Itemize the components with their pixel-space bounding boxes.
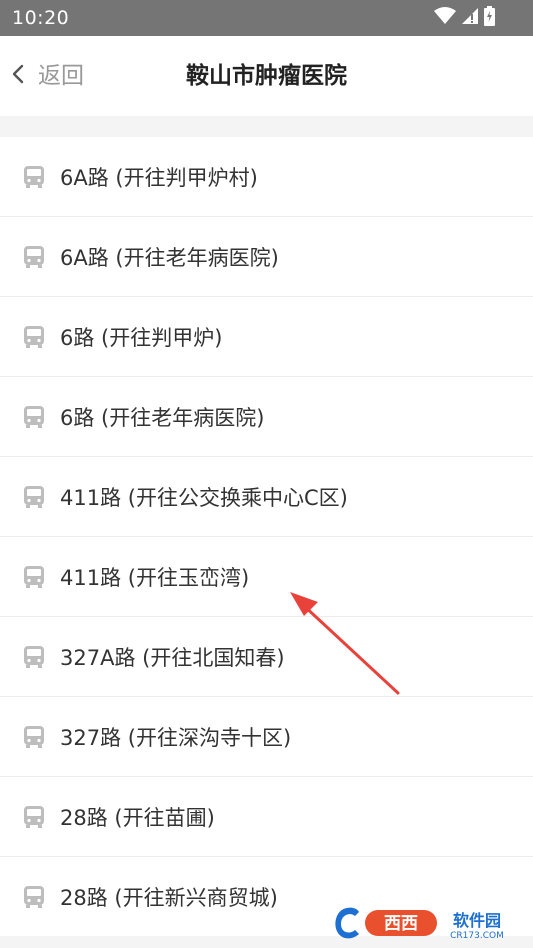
annotation-arrow <box>290 592 400 695</box>
bus-icon <box>23 325 45 349</box>
route-list: 6A路 (开往判甲炉村) 6A路 (开往老年病医院) 6路 (开往判甲炉) 6路… <box>0 137 533 936</box>
watermark-logo: 西西 软件园 CR173.COM <box>335 907 504 941</box>
back-label: 返回 <box>38 63 84 89</box>
status-bar: 10:20 <box>0 0 533 36</box>
bus-icon <box>23 645 45 669</box>
bus-icon <box>23 565 45 589</box>
route-label: 6A路 (开往老年病医院) <box>60 245 279 270</box>
status-icons <box>434 6 495 30</box>
status-time: 10:20 <box>12 7 70 29</box>
svg-text:西西: 西西 <box>384 914 418 934</box>
route-item[interactable]: 327A路 (开往北国知春) <box>0 617 533 697</box>
bus-icon <box>23 165 45 189</box>
route-item[interactable]: 411路 (开往玉峦湾) <box>0 537 533 617</box>
header: 鞍山市肿瘤医院 返回 <box>0 36 533 116</box>
route-item[interactable]: 6路 (开往老年病医院) <box>0 377 533 457</box>
route-label: 28路 (开往新兴商贸城) <box>60 885 278 910</box>
battery-icon <box>484 6 495 30</box>
route-item[interactable]: 28路 (开往苗圃) <box>0 777 533 857</box>
route-label: 327A路 (开往北国知春) <box>60 645 285 670</box>
bus-icon <box>23 405 45 429</box>
route-label: 28路 (开往苗圃) <box>60 805 215 830</box>
route-label: 6路 (开往判甲炉) <box>60 325 223 350</box>
route-label: 327路 (开往深沟寺十区) <box>60 725 292 750</box>
bus-icon <box>23 805 45 829</box>
chevron-left-icon <box>10 63 26 89</box>
route-item[interactable]: 411路 (开往公交换乘中心C区) <box>0 457 533 537</box>
bus-icon <box>23 885 45 909</box>
bus-icon <box>23 245 45 269</box>
route-item[interactable]: 6路 (开往判甲炉) <box>0 297 533 377</box>
bus-icon <box>23 485 45 509</box>
route-label: 411路 (开往玉峦湾) <box>60 565 250 590</box>
signal-icon <box>462 7 478 29</box>
route-item[interactable]: 6A路 (开往判甲炉村) <box>0 137 533 217</box>
bus-icon <box>23 725 45 749</box>
svg-text:软件园: 软件园 <box>453 911 501 930</box>
route-label: 411路 (开往公交换乘中心C区) <box>60 485 348 510</box>
svg-text:CR173.COM: CR173.COM <box>450 931 504 941</box>
route-item[interactable]: 327路 (开往深沟寺十区) <box>0 697 533 777</box>
route-label: 6路 (开往老年病医院) <box>60 405 265 430</box>
route-item[interactable]: 6A路 (开往老年病医院) <box>0 217 533 297</box>
back-button[interactable]: 返回 <box>10 56 84 96</box>
route-label: 6A路 (开往判甲炉村) <box>60 165 258 190</box>
wifi-icon <box>434 7 456 29</box>
